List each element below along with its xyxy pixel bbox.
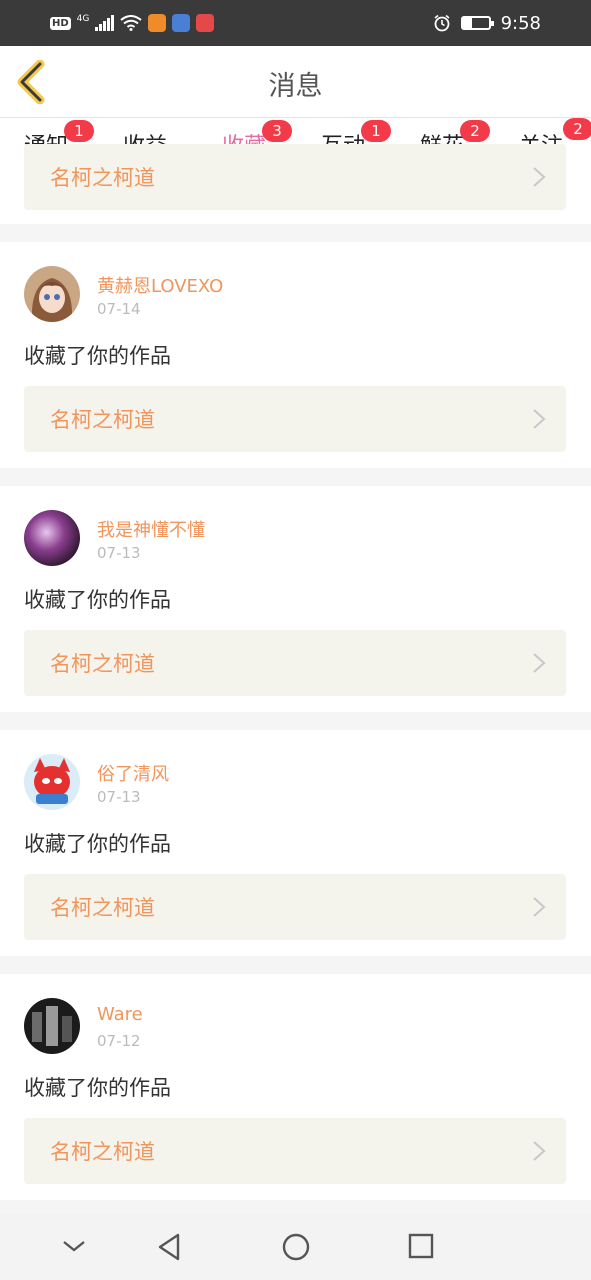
unread-badge: 1 — [361, 120, 392, 142]
avatar[interactable] — [24, 510, 80, 566]
username[interactable]: 黄赫恩LOVEXO — [97, 272, 223, 298]
work-link[interactable]: 名柯之柯道 — [24, 630, 566, 696]
avatar[interactable] — [24, 754, 80, 810]
work-title: 名柯之柯道 — [50, 652, 155, 676]
hd-icon: HD — [50, 16, 71, 30]
anime-girl-avatar-icon — [24, 266, 80, 322]
network-type: 4G — [76, 14, 90, 24]
timestamp: 07-13 — [97, 544, 141, 562]
username[interactable]: 俗了清风 — [97, 760, 169, 786]
timestamp: 07-12 — [97, 1032, 141, 1050]
chevron-right-icon — [533, 167, 546, 187]
list-item: Ware 07-12 收藏了你的作品 名柯之柯道 — [0, 974, 591, 1200]
unread-badge: 3 — [262, 120, 293, 142]
work-link[interactable]: 名柯之柯道 — [24, 386, 566, 452]
chevron-right-icon — [533, 897, 546, 917]
music-app-icon — [172, 14, 191, 32]
work-title: 名柯之柯道 — [50, 896, 155, 920]
list-item: 名柯之柯道 — [0, 144, 591, 224]
status-icons-right: 9:58 — [433, 13, 541, 34]
work-link[interactable]: 名柯之柯道 — [24, 874, 566, 940]
work-title: 名柯之柯道 — [50, 408, 155, 432]
unread-badge: 1 — [64, 120, 95, 142]
system-nav-bar — [0, 1214, 591, 1280]
recents-nav-icon[interactable] — [407, 1232, 435, 1260]
work-title: 名柯之柯道 — [50, 1140, 155, 1164]
avatar[interactable] — [24, 266, 80, 322]
back-nav-icon[interactable] — [156, 1232, 182, 1262]
home-nav-icon[interactable] — [281, 1232, 311, 1262]
unread-badge: 2 — [563, 118, 591, 140]
action-text: 收藏了你的作品 — [24, 832, 171, 856]
clock: 9:58 — [500, 12, 541, 34]
status-bar: HD 4G 9:58 — [0, 0, 591, 46]
wifi-icon — [120, 15, 142, 31]
purple-photo-avatar-icon — [24, 510, 80, 566]
unread-badge: 2 — [460, 120, 491, 142]
avatar[interactable] — [24, 998, 80, 1054]
username[interactable]: 我是神懂不懂 — [97, 516, 205, 542]
chevron-right-icon — [533, 409, 546, 429]
timestamp: 07-14 — [97, 300, 141, 318]
chevron-right-icon — [533, 1141, 546, 1161]
battery-icon — [460, 16, 494, 30]
shop-app-icon — [196, 14, 215, 32]
list-item: 黄赫恩LOVEXO 07-14 收藏了你的作品 名柯之柯道 — [0, 242, 591, 468]
red-cartoon-avatar-icon — [24, 754, 80, 810]
work-link[interactable]: 名柯之柯道 — [24, 144, 566, 210]
work-title: 名柯之柯道 — [50, 166, 155, 190]
list-item: 我是神懂不懂 07-13 收藏了你的作品 名柯之柯道 — [0, 486, 591, 712]
status-icons-left: HD 4G — [50, 14, 215, 32]
header: 消息 — [0, 46, 591, 118]
list-item: 俗了清风 07-13 收藏了你的作品 名柯之柯道 — [0, 730, 591, 956]
action-text: 收藏了你的作品 — [24, 344, 171, 368]
action-text: 收藏了你的作品 — [24, 588, 171, 612]
timestamp: 07-13 — [97, 788, 141, 806]
page-title: 消息 — [268, 71, 323, 102]
video-app-icon — [148, 14, 167, 32]
alarm-icon — [434, 14, 450, 32]
work-link[interactable]: 名柯之柯道 — [24, 1118, 566, 1184]
chevron-right-icon — [533, 653, 546, 673]
chevron-down-icon[interactable] — [62, 1238, 86, 1254]
signal-icon — [95, 15, 115, 31]
username[interactable]: Ware — [97, 1004, 143, 1025]
action-text: 收藏了你的作品 — [24, 1076, 171, 1100]
bw-photo-avatar-icon — [24, 998, 80, 1054]
